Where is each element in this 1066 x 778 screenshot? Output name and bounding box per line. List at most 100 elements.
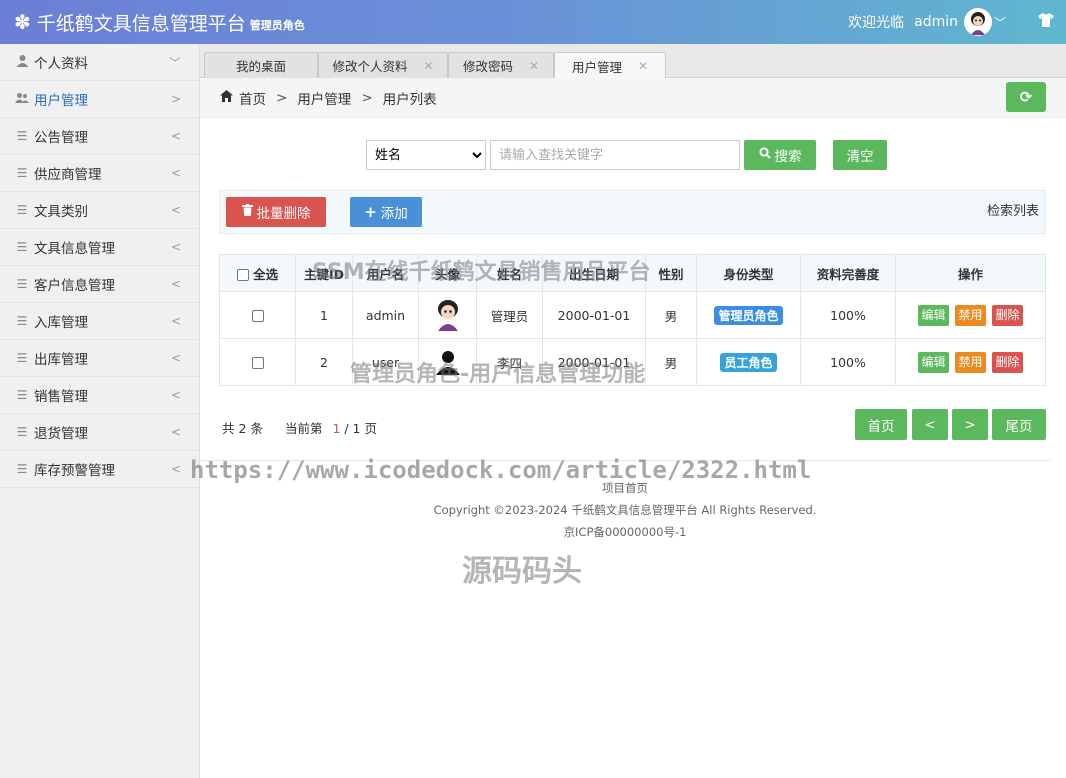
total-suffix: 条 xyxy=(250,421,263,436)
close-icon[interactable]: ✕ xyxy=(529,59,539,73)
next-page-button[interactable]: > xyxy=(952,409,988,440)
search-input[interactable] xyxy=(490,140,740,170)
header-gender: 性别 xyxy=(645,254,697,292)
search-button[interactable]: 搜索 xyxy=(744,140,816,170)
footer-icp: 京ICP备00000000号-1 xyxy=(563,525,687,539)
add-user-button[interactable]: + 添加 xyxy=(350,197,422,227)
tab-label: 修改个人资料 xyxy=(332,59,408,74)
cell-role: 员工角色 xyxy=(696,338,801,386)
chevron-left-icon: < xyxy=(170,203,181,217)
delete-button[interactable]: 删除 xyxy=(991,304,1023,326)
gear-icon: ✽ xyxy=(14,10,31,34)
header-completeness: 资料完善度 xyxy=(800,254,896,292)
cell-role: 管理员角色 xyxy=(696,291,801,339)
list-icon: ☰ xyxy=(16,425,28,439)
tab-bar: 我的桌面 修改个人资料 ✕ 修改密码 ✕ 用户管理 ✕ xyxy=(200,44,1066,79)
select-all-checkbox[interactable] xyxy=(236,269,249,281)
header-select-all[interactable]: 全选 xyxy=(219,254,296,292)
chevron-left-icon: < xyxy=(170,388,181,402)
sidebar-item-customers[interactable]: ☰ 客户信息管理 < xyxy=(0,266,199,303)
chevron-left-icon: < xyxy=(170,277,181,291)
current-prefix: 当前第 xyxy=(284,421,323,436)
avatar xyxy=(419,349,476,375)
breadcrumb-level2: 用户列表 xyxy=(382,91,437,108)
prev-page-button[interactable]: < xyxy=(912,409,948,440)
row-checkbox[interactable] xyxy=(251,357,264,369)
breadcrumb-separator: > xyxy=(276,89,288,106)
list-icon: ☰ xyxy=(16,351,28,365)
sidebar-item-profile[interactable]: 个人资料 ﹀ xyxy=(0,44,199,81)
sidebar-item-stationery[interactable]: ☰ 文具信息管理 < xyxy=(0,229,199,266)
sidebar-item-label: 客户信息管理 xyxy=(34,278,115,294)
header-id: 主键ID xyxy=(295,254,353,292)
edit-button[interactable]: 编辑 xyxy=(918,304,950,326)
row-select[interactable] xyxy=(219,291,296,339)
role-badge: 员工角色 xyxy=(720,352,777,372)
tab-label: 修改密码 xyxy=(462,59,513,74)
disable-button[interactable]: 禁用 xyxy=(955,304,986,326)
list-title: 检索列表 xyxy=(986,204,1039,219)
sidebar-item-outbound[interactable]: ☰ 出库管理 < xyxy=(0,340,199,377)
close-icon[interactable]: ✕ xyxy=(638,59,648,73)
cell-completeness: 100% xyxy=(800,291,896,339)
breadcrumb-level1[interactable]: 用户管理 xyxy=(297,88,351,108)
delete-button[interactable]: 删除 xyxy=(991,351,1023,373)
tshirt-icon[interactable] xyxy=(1026,13,1066,31)
header-name: 姓名 xyxy=(476,254,543,292)
list-icon: ☰ xyxy=(16,314,28,328)
sidebar-item-label: 供应商管理 xyxy=(34,167,102,183)
close-icon[interactable]: ✕ xyxy=(423,59,433,73)
cell-avatar xyxy=(418,291,477,339)
sidebar-item-notices[interactable]: ☰ 公告管理 < xyxy=(0,118,199,155)
current-page: 1 xyxy=(332,421,341,436)
sidebar-item-suppliers[interactable]: ☰ 供应商管理 < xyxy=(0,155,199,192)
sidebar-item-stock-alert[interactable]: ☰ 库存预警管理 < xyxy=(0,451,199,488)
disable-button[interactable]: 禁用 xyxy=(955,351,986,373)
cell-actions: 编辑 禁用 删除 xyxy=(895,291,1046,339)
batch-delete-button[interactable]: 批量删除 xyxy=(226,197,326,227)
cell-name: 李四 xyxy=(476,338,543,386)
chevron-down-icon: ﹀ xyxy=(168,55,181,70)
tab-user-management[interactable]: 用户管理 ✕ xyxy=(554,52,666,79)
sidebar-item-returns[interactable]: ☰ 退货管理 < xyxy=(0,414,199,451)
plus-icon: + xyxy=(364,203,377,221)
current-username[interactable]: admin xyxy=(914,14,958,30)
footer-link[interactable]: 项目首页 xyxy=(200,480,1050,496)
total-prefix: 共 xyxy=(222,421,235,436)
search-field-select[interactable]: 姓名 xyxy=(366,140,486,170)
chevron-left-icon: < xyxy=(170,462,181,476)
list-icon: ☰ xyxy=(16,462,28,476)
role-badge: 管理员角色 xyxy=(714,305,783,325)
first-page-button[interactable]: 首页 xyxy=(855,409,907,440)
tab-desktop[interactable]: 我的桌面 xyxy=(204,52,318,78)
edit-button[interactable]: 编辑 xyxy=(918,351,950,373)
sidebar-item-categories[interactable]: ☰ 文具类别 < xyxy=(0,192,199,229)
tab-edit-profile[interactable]: 修改个人资料 ✕ xyxy=(318,52,448,78)
user-avatar[interactable] xyxy=(963,8,992,36)
home-icon xyxy=(220,89,233,106)
last-page-button[interactable]: 尾页 xyxy=(992,409,1046,440)
footer-copyright: Copyright ©2023-2024 千纸鹤文具信息管理平台 All Rig… xyxy=(433,503,817,517)
sidebar-item-inbound[interactable]: ☰ 入库管理 < xyxy=(0,303,199,340)
tab-change-password[interactable]: 修改密码 ✕ xyxy=(448,52,554,78)
pages-suffix: / 1 页 xyxy=(344,421,377,436)
users-icon xyxy=(14,92,30,107)
trash-icon xyxy=(241,204,253,220)
header-username: 用户名 xyxy=(352,254,419,292)
batch-delete-label: 批量删除 xyxy=(256,206,311,222)
row-select[interactable] xyxy=(219,338,296,386)
sidebar-item-label: 个人资料 xyxy=(34,56,88,72)
cell-id: 2 xyxy=(295,338,353,386)
tab-label: 我的桌面 xyxy=(235,59,286,74)
footer-divider xyxy=(200,460,1050,461)
cell-actions: 编辑 禁用 删除 xyxy=(895,338,1046,386)
sidebar-item-users[interactable]: 用户管理 > xyxy=(0,81,199,118)
refresh-icon: ⟳ xyxy=(1019,88,1033,106)
chevron-down-icon[interactable]: ﹀ xyxy=(994,14,1006,31)
breadcrumb-home[interactable]: 首页 xyxy=(239,88,266,108)
clear-button[interactable]: 清空 xyxy=(833,140,887,170)
sidebar-item-label: 销售管理 xyxy=(34,389,88,405)
sidebar-item-sales[interactable]: ☰ 销售管理 < xyxy=(0,377,199,414)
refresh-button[interactable]: ⟳ xyxy=(1006,82,1046,112)
row-checkbox[interactable] xyxy=(251,310,264,322)
